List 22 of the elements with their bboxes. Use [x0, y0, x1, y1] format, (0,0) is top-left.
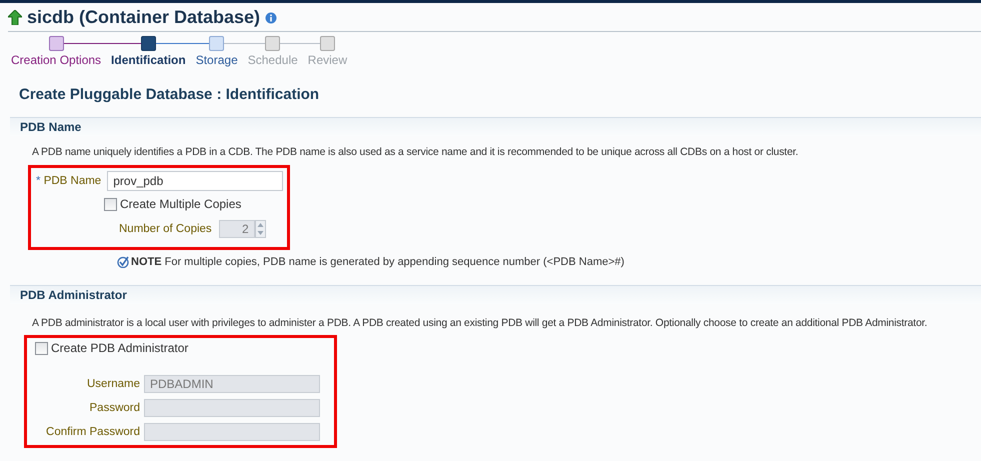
note-text: NOTE For multiple copies, PDB name is generated by appending sequence number (<PDB Name>#)	[131, 256, 624, 268]
section-description: A PDB name uniquely identifies a PDB in a CDB. The PDB name is also used as a service name and it is recommended to be unique across all CDBs on a host or cluster.	[32, 146, 800, 158]
section-description: A PDB administrator is a local user with privileges to administer a PDB. A PDB created using an existing PDB will get a PDB Administrator. Optionally choose to create an additional PDB Administrator.	[32, 317, 928, 329]
field-label: Username	[86, 378, 140, 390]
field-label: Confirm Password	[45, 426, 140, 438]
checkbox[interactable]	[104, 198, 117, 210]
train-step-link[interactable]: Storage	[190, 50, 243, 67]
train-step-link[interactable]: Identification	[106, 50, 191, 67]
page-title: sicdb (Container Database)	[27, 7, 260, 28]
checkbox[interactable]	[35, 342, 48, 354]
page-heading: Create Pluggable Database : Identification	[19, 86, 320, 103]
checkbox-label: Create PDB Administrator	[51, 341, 188, 355]
pdb-name-field[interactable]: prov_pdb	[107, 171, 284, 191]
required-mark: *	[36, 175, 40, 187]
check-circle-icon	[117, 256, 129, 268]
info-icon[interactable]	[265, 12, 278, 24]
field-label: PDB Name	[44, 175, 102, 187]
train-step-link[interactable]: Creation Options	[6, 50, 106, 67]
field-label: Password	[88, 402, 140, 414]
up-arrow-icon	[8, 10, 22, 25]
field-label: Number of Copies	[119, 223, 212, 235]
checkbox-label: Create Multiple Copies	[120, 197, 242, 211]
